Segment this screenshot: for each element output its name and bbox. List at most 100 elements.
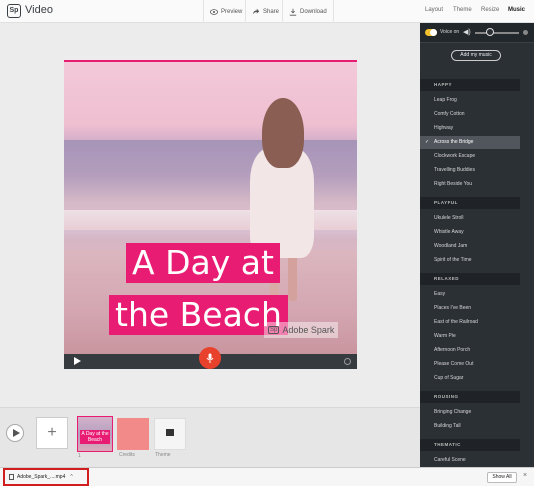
play-icon[interactable] [74,357,81,365]
top-bar: Sp Video Preview Share Download Layout T… [0,0,534,23]
music-category-relaxed: RELAXED [420,273,520,285]
music-track[interactable]: Warm Pie [434,330,520,343]
slide-title-line-2[interactable]: the Beach [109,295,288,335]
music-track[interactable]: East of the Railroad [434,316,520,329]
downloaded-file-name: Adobe_Spark_....mp4 [17,474,66,480]
slide-title-line-1[interactable]: A Day at [126,243,280,283]
music-track-label: Leap Frog [434,97,457,103]
slide-accent-line [64,60,357,62]
voice-toggle[interactable] [425,29,437,36]
music-track[interactable]: Building Tall [434,420,520,433]
music-track[interactable]: Afternoon Porch [434,344,520,357]
timeline: + A Day at the Beach 1 Credits Theme [0,407,420,467]
preview-button[interactable]: Preview [203,0,248,23]
music-track[interactable]: Comfy Cotton [434,108,520,121]
volume-slider[interactable] [475,32,519,34]
credits-thumbnail[interactable] [117,418,149,450]
music-track-label: Afternoon Porch [434,347,471,353]
music-track[interactable]: Right Beside You [434,178,520,191]
file-icon [9,474,14,480]
layout-toggle-icon[interactable] [344,358,351,365]
music-track-label: Whistle Away [434,229,464,235]
music-track[interactable]: Careful Scene [434,454,520,467]
music-track[interactable]: Woodland Jam [434,240,520,253]
timeline-play-button[interactable] [6,424,24,442]
volume-row: Voice on ◀) [420,23,534,43]
music-category-happy: HAPPY [420,79,520,91]
watermark-logo: Sp [268,326,280,334]
music-track-label: Spirit of the Time [434,257,472,263]
music-track-label: East of the Railroad [434,319,478,325]
downloaded-file[interactable]: Adobe_Spark_....mp4 ^ [3,468,89,486]
slide-canvas[interactable]: A Day at the Beach Sp Adobe Spark [64,60,357,354]
music-category-rousing: ROUSING [420,391,520,403]
music-scrollbar[interactable] [523,78,527,467]
close-icon[interactable]: × [523,472,527,479]
music-track[interactable]: ✓ Across the Bridge [420,136,520,149]
slide-number: 1 [78,453,81,459]
music-track[interactable]: Bringing Change [434,406,520,419]
music-track[interactable]: Cup of Sugar [434,372,520,385]
music-track[interactable]: Spirit of the Time [434,254,520,267]
thumbnail-title: A Day at the Beach [80,430,110,444]
tab-layout[interactable]: Layout [425,7,443,13]
theme-logo [166,429,174,436]
music-track-label: Clockwork Escape [434,153,476,159]
music-track-label: Please Come Out [434,361,474,367]
record-voice-button[interactable] [199,347,221,369]
download-icon [289,8,297,16]
check-icon: ✓ [425,139,430,145]
music-track-label: Places I've Been [434,305,472,311]
music-panel: Voice on ◀) Add my music HAPPY Leap Frog C… [420,23,534,467]
volume-max-dot [523,30,528,35]
adobe-spark-watermark: Sp Adobe Spark [264,322,339,338]
music-track-label: Highway [434,125,454,131]
show-all-button[interactable]: Show All [487,472,517,483]
music-category-thematic: THEMATIC [420,439,520,451]
theme-thumbnail[interactable] [154,418,186,450]
share-icon [252,8,260,14]
tab-resize[interactable]: Resize [481,7,499,13]
add-my-music-button[interactable]: Add my music [451,50,501,61]
credits-label: Credits [119,452,135,458]
slide-control-bar [64,347,357,369]
music-track[interactable]: Whistle Away [434,226,520,239]
music-track-label: Bringing Change [434,409,472,415]
music-track[interactable]: Highway [434,122,520,135]
woman-leg [288,255,297,301]
chevron-up-icon[interactable]: ^ [70,474,72,480]
app-title: Video [25,4,53,16]
share-button[interactable]: Share [245,0,285,23]
music-track[interactable]: Ukulele Stroll [434,212,520,225]
music-track-label: Travelling Buddies [434,167,475,173]
tab-theme[interactable]: Theme [453,7,472,13]
music-track-label: Easy [434,291,446,297]
music-category-playful: PLAYFUL [420,197,520,209]
download-button[interactable]: Download [282,0,334,23]
preview-label: Preview [221,8,243,15]
music-track-label: Careful Scene [434,457,466,463]
download-label: Download [300,8,327,15]
theme-label: Theme [155,452,171,458]
music-track[interactable]: Leap Frog [434,94,520,107]
music-track-label: Right Beside You [434,181,473,187]
share-label: Share [263,8,280,15]
volume-icon: ◀) [463,29,471,36]
music-track-label: Ukulele Stroll [434,215,464,221]
music-track[interactable]: Easy [434,288,520,301]
music-track-label: Woodland Jam [434,243,468,249]
volume-slider-knob[interactable] [486,28,494,36]
spark-logo[interactable]: Sp [7,4,21,18]
music-track-label: Warm Pie [434,333,456,339]
add-slide-button[interactable]: + [36,417,68,449]
slide-thumbnail[interactable]: A Day at the Beach [77,416,113,452]
music-track-label: Comfy Cotton [434,111,465,117]
music-track[interactable]: Travelling Buddies [434,164,520,177]
music-track[interactable]: Clockwork Escape [434,150,520,163]
music-track[interactable]: Places I've Been [434,302,520,315]
microphone-icon [206,353,214,363]
music-track[interactable]: Please Come Out [434,358,520,371]
music-track-label: Across the Bridge [434,139,474,145]
tab-music[interactable]: Music [508,7,525,13]
watermark-text: Adobe Spark [282,325,335,335]
